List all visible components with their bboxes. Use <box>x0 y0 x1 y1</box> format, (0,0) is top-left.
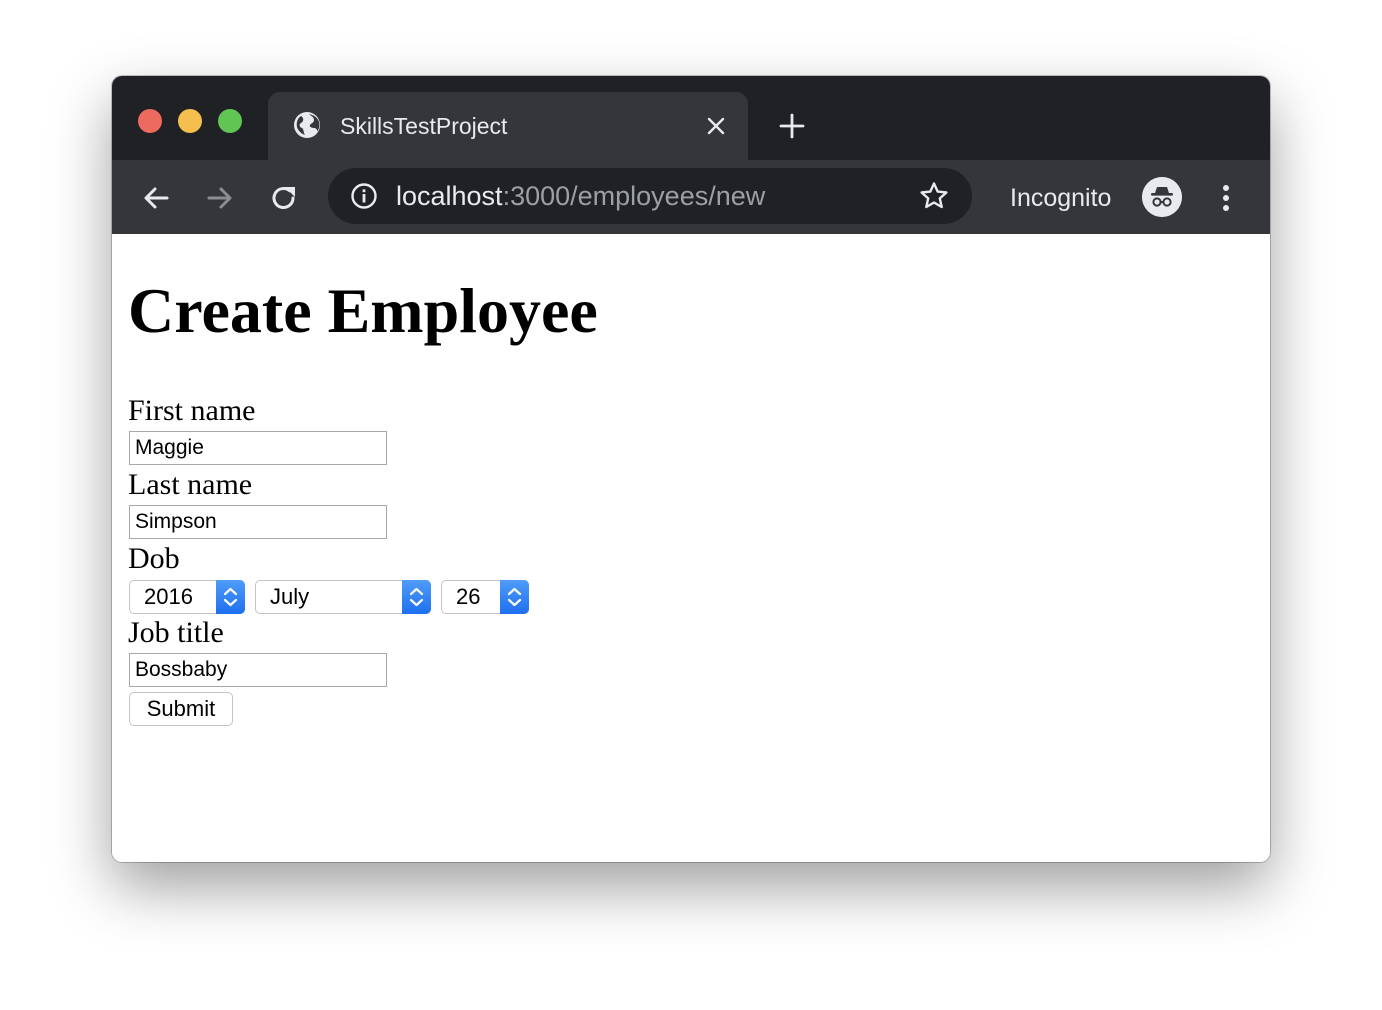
dob-day-select[interactable]: 26 <box>441 580 529 614</box>
last-name-input[interactable] <box>129 505 387 539</box>
reload-icon[interactable] <box>268 182 300 214</box>
submit-button[interactable]: Submit <box>129 692 233 726</box>
first-name-label: First name <box>128 394 256 427</box>
more-vert-icon[interactable] <box>1212 182 1240 214</box>
page-title: Create Employee <box>128 275 598 346</box>
chevron-updown-icon <box>500 580 529 614</box>
tab-title: SkillsTestProject <box>340 113 508 139</box>
star-icon[interactable] <box>918 180 950 212</box>
info-icon[interactable] <box>350 182 378 210</box>
browser-toolbar: localhost:3000/employees/new Incognito <box>112 160 1270 234</box>
back-arrow-icon[interactable] <box>140 182 172 214</box>
tab-skills-test-project[interactable]: SkillsTestProject <box>268 92 748 160</box>
window-minimize-button[interactable] <box>178 109 202 133</box>
window-close-button[interactable] <box>138 109 162 133</box>
dob-month-value: July <box>270 584 310 609</box>
dob-label: Dob <box>128 542 180 575</box>
tab-strip: SkillsTestProject <box>112 76 1270 160</box>
job-title-label: Job title <box>128 616 224 649</box>
browser-window: SkillsTestProject localhost:3000/employe… <box>112 76 1270 862</box>
url-text[interactable]: localhost:3000/employees/new <box>396 180 765 212</box>
incognito-icon[interactable] <box>1142 177 1182 217</box>
dob-year-value: 2016 <box>144 584 193 609</box>
window-zoom-button[interactable] <box>218 109 242 133</box>
dob-year-select[interactable]: 2016 <box>129 580 245 614</box>
incognito-label[interactable]: Incognito <box>1010 184 1111 212</box>
globe-icon <box>294 112 320 138</box>
dob-month-select[interactable]: July <box>255 580 431 614</box>
dob-day-value: 26 <box>456 584 481 609</box>
forward-arrow-icon[interactable] <box>204 182 236 214</box>
close-icon[interactable] <box>704 114 728 138</box>
chevron-updown-icon <box>216 580 245 614</box>
page-content: Create Employee First name Last name Dob… <box>112 234 1270 862</box>
url-host: localhost <box>396 181 503 211</box>
last-name-label: Last name <box>128 468 253 501</box>
first-name-input[interactable] <box>129 431 387 465</box>
address-bar[interactable]: localhost:3000/employees/new <box>328 168 972 224</box>
chevron-updown-icon <box>402 580 431 614</box>
url-path: :3000/employees/new <box>502 181 766 211</box>
job-title-input[interactable] <box>129 653 387 687</box>
plus-icon[interactable] <box>778 112 806 140</box>
